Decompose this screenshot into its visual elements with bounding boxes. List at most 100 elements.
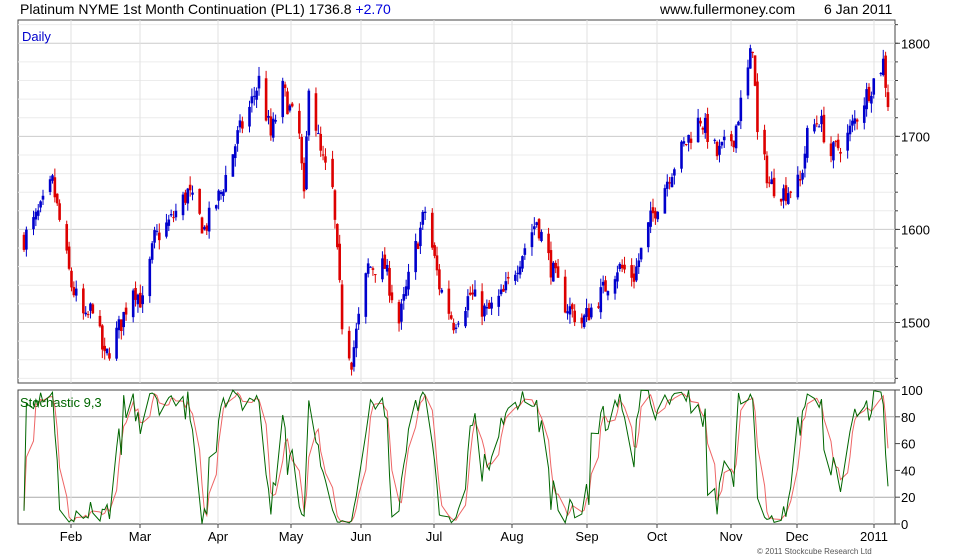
candle-body (205, 225, 209, 231)
candle-body (865, 89, 868, 110)
candle-body (288, 105, 292, 111)
candle-body (381, 258, 384, 280)
candle-body (468, 292, 472, 295)
candle-body (257, 75, 261, 89)
candle-body (867, 86, 871, 101)
candle-body (682, 141, 686, 144)
candle-body (601, 281, 605, 286)
candle-body (421, 211, 425, 225)
stochastic-panel (17, 389, 896, 525)
candle-body (48, 179, 52, 192)
candle-body (383, 254, 387, 269)
candle-body (115, 327, 118, 359)
candle-body (734, 125, 738, 149)
candle-body (535, 222, 539, 226)
candle-body (290, 103, 294, 107)
candle-body (252, 95, 256, 97)
candle-body (504, 281, 508, 291)
candle-body (817, 126, 821, 128)
candle-body (537, 219, 541, 239)
candle-body (364, 273, 368, 317)
candle-body (331, 158, 334, 188)
candle-body (200, 217, 204, 234)
candle-body (756, 81, 759, 133)
candle-body (668, 182, 671, 184)
candle-body (219, 191, 223, 195)
candle-body (730, 134, 733, 142)
candle-body (632, 273, 636, 282)
candle-body (70, 270, 73, 288)
candle-body (597, 306, 600, 308)
stochastic-tick-label: 80 (901, 410, 915, 425)
candle-body (616, 272, 619, 282)
candle-body (805, 127, 809, 158)
candle-body (89, 303, 92, 311)
candle-body (169, 214, 173, 216)
candle-body (255, 90, 258, 100)
candle-body (269, 116, 273, 136)
candle-body (656, 211, 660, 220)
candle-body (53, 177, 57, 198)
candle-body (753, 55, 757, 86)
candle-body (452, 322, 455, 331)
candle-body (680, 141, 683, 169)
x-tick-label: May (279, 529, 304, 544)
price-tick-label: 1600 (901, 222, 930, 237)
price-tick-label: 1500 (901, 316, 930, 331)
price-tick-label: 1800 (901, 36, 930, 51)
candle-body (789, 191, 792, 193)
candle-body (637, 260, 641, 268)
candle-body (319, 133, 323, 151)
candle-body (373, 274, 377, 276)
candle-body (286, 91, 289, 115)
candle-body (499, 289, 503, 295)
candle-body (400, 303, 403, 322)
candle-body (267, 115, 270, 118)
candle-body (136, 294, 140, 305)
candle-body (101, 325, 104, 350)
candle-body (91, 304, 95, 314)
candle-body (630, 265, 633, 278)
candle-body (618, 263, 622, 269)
candle-body (782, 188, 785, 201)
candle-body (480, 291, 484, 317)
candle-body (848, 125, 852, 135)
candle-body (122, 311, 125, 328)
candle-body (174, 210, 178, 218)
candle-body (829, 143, 833, 157)
candle-body (191, 192, 194, 195)
price-chart: 1500 1600 1700 1800 0 20 40 60 80 100 Feb Mar Apr May… (17, 19, 930, 544)
candle-body (449, 315, 453, 319)
candle-body (357, 313, 360, 325)
candle-body (784, 185, 788, 202)
candle-body (134, 287, 137, 300)
candle-body (635, 266, 638, 281)
candle-body (820, 115, 823, 125)
candle-body (749, 48, 752, 69)
candle-body (186, 188, 190, 204)
candle-body (438, 269, 441, 290)
candle-body (739, 97, 743, 122)
candle-body (153, 230, 156, 243)
candle-body (687, 134, 690, 143)
candle-body (300, 136, 304, 164)
candle-body (419, 227, 422, 247)
candle-body (787, 193, 790, 204)
candle-body (248, 106, 251, 127)
candle-body (701, 127, 705, 130)
candle-body (440, 289, 444, 293)
candle-body (155, 230, 159, 232)
candle-body (487, 302, 491, 309)
candle-body (566, 311, 569, 314)
candle-body (317, 133, 320, 135)
candle-body (765, 155, 769, 184)
candle-body (768, 182, 771, 184)
candle-body (751, 51, 755, 53)
candle-body (582, 315, 586, 328)
candle-body (746, 67, 750, 96)
candle-body (651, 207, 655, 214)
candle-body (713, 139, 717, 141)
candle-body (832, 142, 835, 161)
candle-body (298, 110, 301, 134)
candle-body (530, 232, 534, 248)
